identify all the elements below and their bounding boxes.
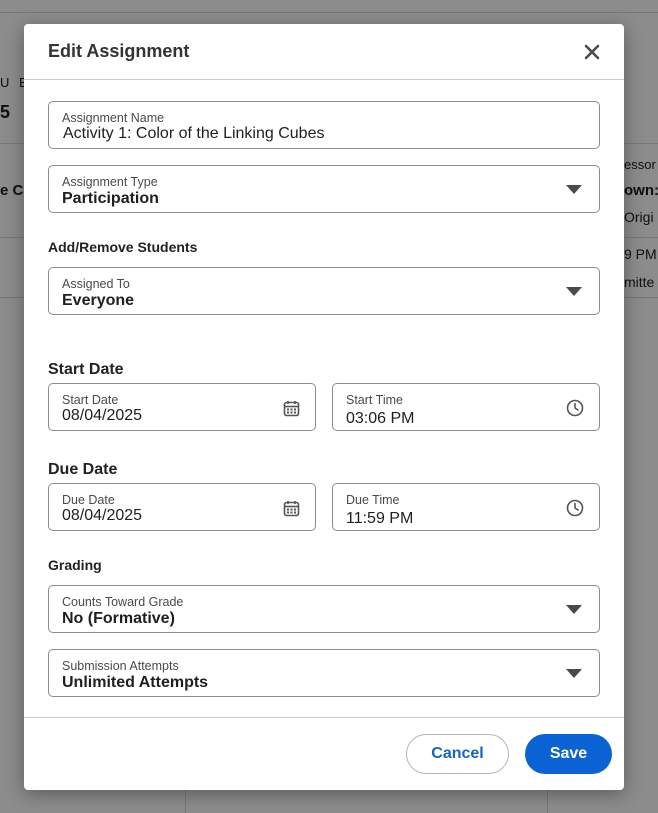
assignment-name-field[interactable]: Assignment Name Activity 1: Color of the… bbox=[48, 101, 600, 149]
grading-section-label: Grading bbox=[48, 557, 102, 573]
field-label: Assignment Name bbox=[62, 111, 165, 125]
calendar-icon[interactable] bbox=[281, 398, 301, 418]
field-value: Everyone bbox=[62, 292, 135, 309]
field-value: 08/04/2025 bbox=[62, 407, 143, 424]
submission-attempts-select[interactable]: Submission Attempts Unlimited Attempts bbox=[48, 649, 600, 697]
close-button[interactable] bbox=[578, 38, 606, 66]
field-value: Activity 1: Color of the Linking Cubes bbox=[63, 125, 325, 142]
field-value: Unlimited Attempts bbox=[62, 674, 209, 691]
field-value: No (Formative) bbox=[62, 610, 175, 627]
dialog-header: Edit Assignment bbox=[24, 24, 624, 80]
save-button[interactable]: Save bbox=[525, 734, 612, 774]
calendar-icon[interactable] bbox=[281, 498, 301, 518]
chevron-down-icon bbox=[566, 287, 582, 296]
field-value: 08/04/2025 bbox=[62, 507, 143, 524]
field-label: Start Time bbox=[346, 393, 403, 407]
clock-icon[interactable] bbox=[565, 398, 585, 418]
field-label: Due Date bbox=[62, 493, 115, 507]
due-date-field[interactable]: Due Date 08/04/2025 bbox=[48, 483, 316, 531]
start-date-field[interactable]: Start Date 08/04/2025 bbox=[48, 383, 316, 431]
field-label: Counts Toward Grade bbox=[62, 595, 184, 609]
clock-icon[interactable] bbox=[565, 498, 585, 518]
chevron-down-icon bbox=[566, 605, 582, 614]
chevron-down-icon bbox=[566, 669, 582, 678]
chevron-down-icon bbox=[566, 185, 582, 194]
field-label: Submission Attempts bbox=[62, 659, 179, 673]
field-value: Participation bbox=[62, 190, 159, 207]
field-label: Assigned To bbox=[62, 277, 130, 291]
field-label: Start Date bbox=[62, 393, 119, 407]
counts-toward-grade-select[interactable]: Counts Toward Grade No (Formative) bbox=[48, 585, 600, 633]
due-time-field[interactable]: Due Time 11:59 PM bbox=[332, 483, 600, 531]
close-icon bbox=[584, 44, 600, 59]
dialog-title: Edit Assignment bbox=[48, 41, 190, 61]
start-date-section-label: Start Date bbox=[48, 361, 124, 378]
edit-assignment-dialog: Edit Assignment Assignment Name Activity… bbox=[24, 24, 624, 790]
field-label: Assignment Type bbox=[62, 175, 158, 189]
assigned-to-select[interactable]: Assigned To Everyone bbox=[48, 267, 600, 315]
field-value: 11:59 PM bbox=[346, 510, 414, 527]
cancel-button[interactable]: Cancel bbox=[406, 734, 509, 774]
field-label: Due Time bbox=[346, 493, 400, 507]
dialog-footer: Cancel Save bbox=[24, 717, 624, 790]
dialog-body: Assignment Name Activity 1: Color of the… bbox=[24, 80, 624, 716]
start-time-field[interactable]: Start Time 03:06 PM bbox=[332, 383, 600, 431]
due-date-section-label: Due Date bbox=[48, 461, 118, 478]
field-value: 03:06 PM bbox=[346, 410, 415, 427]
students-section-label: Add/Remove Students bbox=[48, 239, 198, 255]
assignment-type-select[interactable]: Assignment Type Participation bbox=[48, 165, 600, 213]
